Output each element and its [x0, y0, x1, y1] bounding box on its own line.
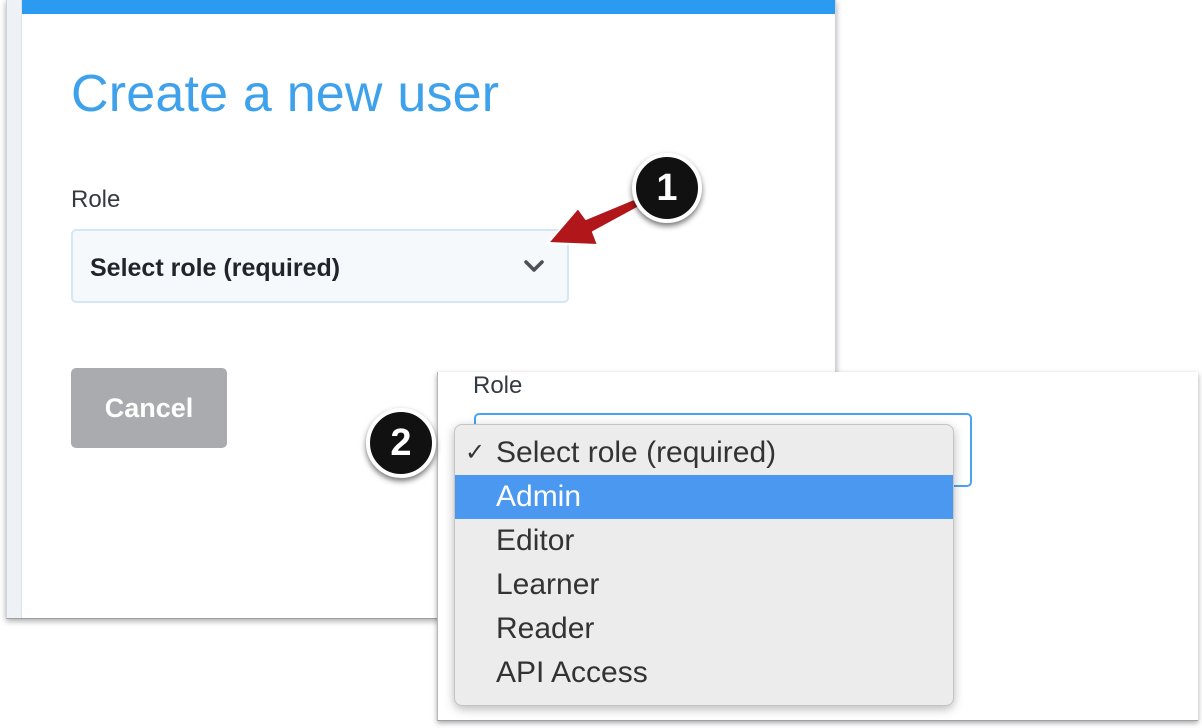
callout-arrow-icon — [547, 198, 640, 246]
callout-marker-1: 1 — [632, 153, 702, 223]
screenshot-stage: Create a new user Role Select role (requ… — [0, 0, 1202, 728]
callout-marker-2: 2 — [366, 408, 436, 478]
